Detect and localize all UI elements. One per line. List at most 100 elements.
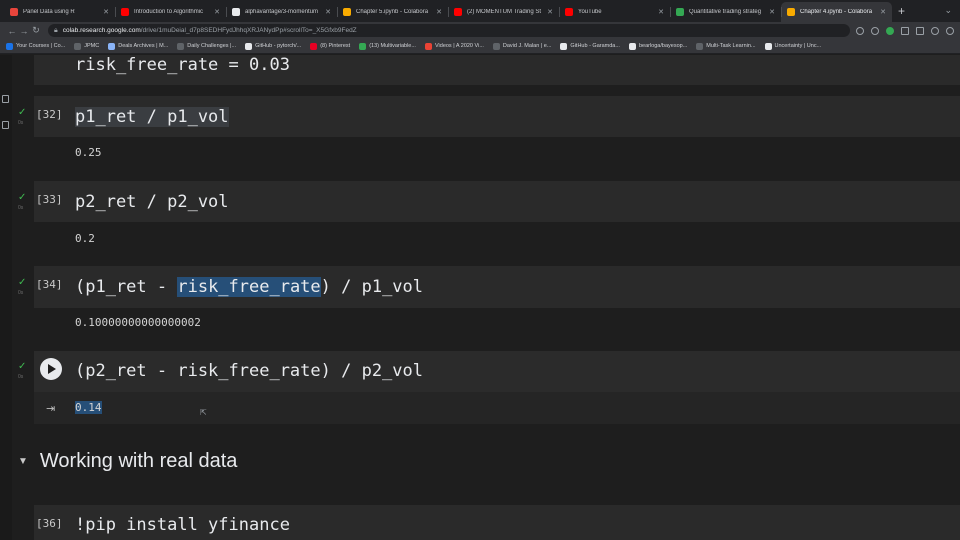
code-cell-36[interactable]: [36] !pip install yfinance [34,505,960,540]
code-line[interactable]: (p2_ret - risk_free_rate) / p2_vol [75,361,423,381]
code-cell-32[interactable]: [32] p1_ret / p1_vol [34,96,960,137]
code-line[interactable]: p1_ret / p1_vol [75,107,229,127]
sidebar-icon[interactable] [916,26,924,35]
run-cell-button[interactable] [40,358,62,380]
bookmark-star-icon[interactable] [871,26,879,35]
bookmark-label: Videos | A 2020 Vi... [434,43,484,49]
bookmark-label: Your Courses | Co... [16,43,66,49]
code-line[interactable]: risk_free_rate = 0.03 [75,55,290,75]
code-line[interactable]: !pip install yfinance [75,515,290,535]
tab-close-icon[interactable]: ✕ [436,8,442,16]
browser-tab[interactable]: alphavantage/3-momentum ✕ [226,2,337,22]
tab-close-icon[interactable]: ✕ [769,8,775,16]
bookmark-item[interactable]: Daily Challenges |... [177,42,236,50]
bookmark-item[interactable]: JPMC [74,42,99,50]
bookmark-label: bearloga/bayesop... [638,43,688,49]
tab-title: Chapter 4.ipynb - Colabora [800,9,873,15]
tab-close-icon[interactable]: ✕ [103,8,109,16]
cell-output: 0.2 [75,232,95,245]
code-cell-active[interactable]: (p2_ret - risk_free_rate) / p2_vol [34,351,960,424]
tab-title: Quantitative trading strateg [689,9,762,15]
browser-tab[interactable]: Quantitative trading strateg ✕ [670,2,781,22]
window-menu-icon[interactable]: ⌄ [944,5,952,16]
tab-close-icon[interactable]: ✕ [547,8,553,16]
browser-tab[interactable]: Chapter 4.ipynb - Colabora ✕ [781,2,892,22]
cell-output: 0.10000000000000002 [75,316,201,329]
files-icon[interactable] [2,95,9,103]
tab-title: Panel Data using R [23,9,75,15]
browser-tab[interactable]: YouTube ✕ [559,2,670,22]
output-actions-icon[interactable]: ⇥ [46,402,55,415]
bookmark-item[interactable]: David J. Malan | e... [492,42,551,50]
extension-icon[interactable] [886,26,894,35]
reload-icon[interactable]: ↻ [30,25,42,36]
code-cell-34[interactable]: [34] (p1_ret - risk_free_rate) / p1_vol [34,266,960,308]
browser-menu-icon[interactable] [946,26,954,35]
browser-tab[interactable]: (2) MOMENTUM Trading St ✕ [448,2,559,22]
exec-count: [36] [36,517,63,530]
browser-tab[interactable]: Chapter 5.ipynb - Colabora ✕ [337,2,448,22]
bookmark-label: GitHub - Garamda... [570,43,620,49]
tab-favicon-icon [232,8,240,16]
code-cell-33[interactable]: [33] p2_ret / p2_vol [34,181,960,222]
tab-close-icon[interactable]: ✕ [214,8,220,16]
bookmark-label: Deals Archives | M... [118,43,169,49]
tab-close-icon[interactable]: ✕ [880,8,886,16]
new-tab-button[interactable]: + [898,4,905,18]
tab-favicon-icon [565,8,573,16]
run-success-icon: ✓ [18,277,27,288]
code-line[interactable]: (p1_ret - risk_free_rate) / p1_vol [75,277,423,297]
bookmark-item[interactable]: Deals Archives | M... [108,42,169,50]
folder-icon[interactable] [2,121,9,129]
tab-favicon-icon [343,8,351,16]
url-path: /drive/1muDeial_d7p8SEDHFydJhhqXRJANydPp… [140,27,357,34]
bookmark-item[interactable]: Videos | A 2020 Vi... [424,42,484,50]
bookmark-item[interactable]: bearloga/bayesop... [628,42,688,50]
tab-favicon-icon [454,8,462,16]
bookmarks-bar: Your Courses | Co... JPMC Deals Archives |… [0,39,960,54]
bookmark-label: Multi-Task Learnin... [706,43,756,49]
code-text: p1_ret / p1_vol [75,107,229,127]
bookmark-item[interactable]: GitHub - Garamda... [560,42,620,50]
section-header[interactable]: ▼ Working with real data [18,450,237,473]
url-host: colab.research.google.com [62,27,141,34]
back-icon[interactable]: ← [6,26,18,36]
cell-output: 0.14 [75,401,102,414]
tab-close-icon[interactable]: ✕ [658,8,664,16]
mouse-cursor: ⇱ [200,408,207,417]
code-text: (p2_ret - risk_free_rate [75,361,321,381]
collapse-chevron-icon[interactable]: ▼ [18,456,28,467]
address-bar[interactable]: 🔒︎ colab.research.google.com /drive/1muD… [48,24,850,37]
run-time: 0s [18,290,24,296]
code-line[interactable]: p2_ret / p2_vol [75,192,229,212]
browser-tab[interactable]: Panel Data using R ✕ [4,2,115,22]
bookmark-item[interactable]: Uncertainty | Unc... [764,42,822,50]
puzzle-icon[interactable] [901,26,909,35]
tab-close-icon[interactable]: ✕ [325,8,331,16]
bookmark-favicon-icon [359,42,367,50]
selected-code-text: risk_free_rate [177,277,321,297]
code-text: ) / p1_vol [320,277,424,297]
share-icon[interactable] [856,26,864,35]
tab-favicon-icon [787,8,795,16]
tab-favicon-icon [121,8,129,16]
bookmark-item[interactable]: Multi-Task Learnin... [696,42,756,50]
tab-title: Chapter 5.ipynb - Colabora [356,9,429,15]
bookmark-item[interactable]: (8) Pinterest [310,42,350,50]
bookmark-favicon-icon [310,42,318,50]
bookmark-item[interactable]: (13) Multivariable... [359,42,416,50]
bookmark-item[interactable]: Your Courses | Co... [6,42,66,50]
profile-avatar-icon[interactable] [931,26,939,35]
bookmark-favicon-icon [177,42,185,50]
run-success-icon: ✓ [18,361,27,372]
bookmark-label: Uncertainty | Unc... [774,43,822,49]
run-success-icon: ✓ [18,192,27,203]
bookmark-item[interactable]: GitHub - pytorch/... [245,42,301,50]
browser-tab-strip: Panel Data using R ✕ Introduction to Algor… [0,0,960,22]
run-time: 0s [18,205,24,211]
forward-icon[interactable]: → [18,26,30,36]
code-cell-partial[interactable]: risk_free_rate = 0.03 [34,55,960,85]
colab-notebook: risk_free_rate = 0.03 ✓ 0s [32] p1_ret /… [0,55,960,540]
browser-tab[interactable]: Introduction to Algorithmic ✕ [115,2,226,22]
run-success-icon: ✓ [18,107,27,118]
